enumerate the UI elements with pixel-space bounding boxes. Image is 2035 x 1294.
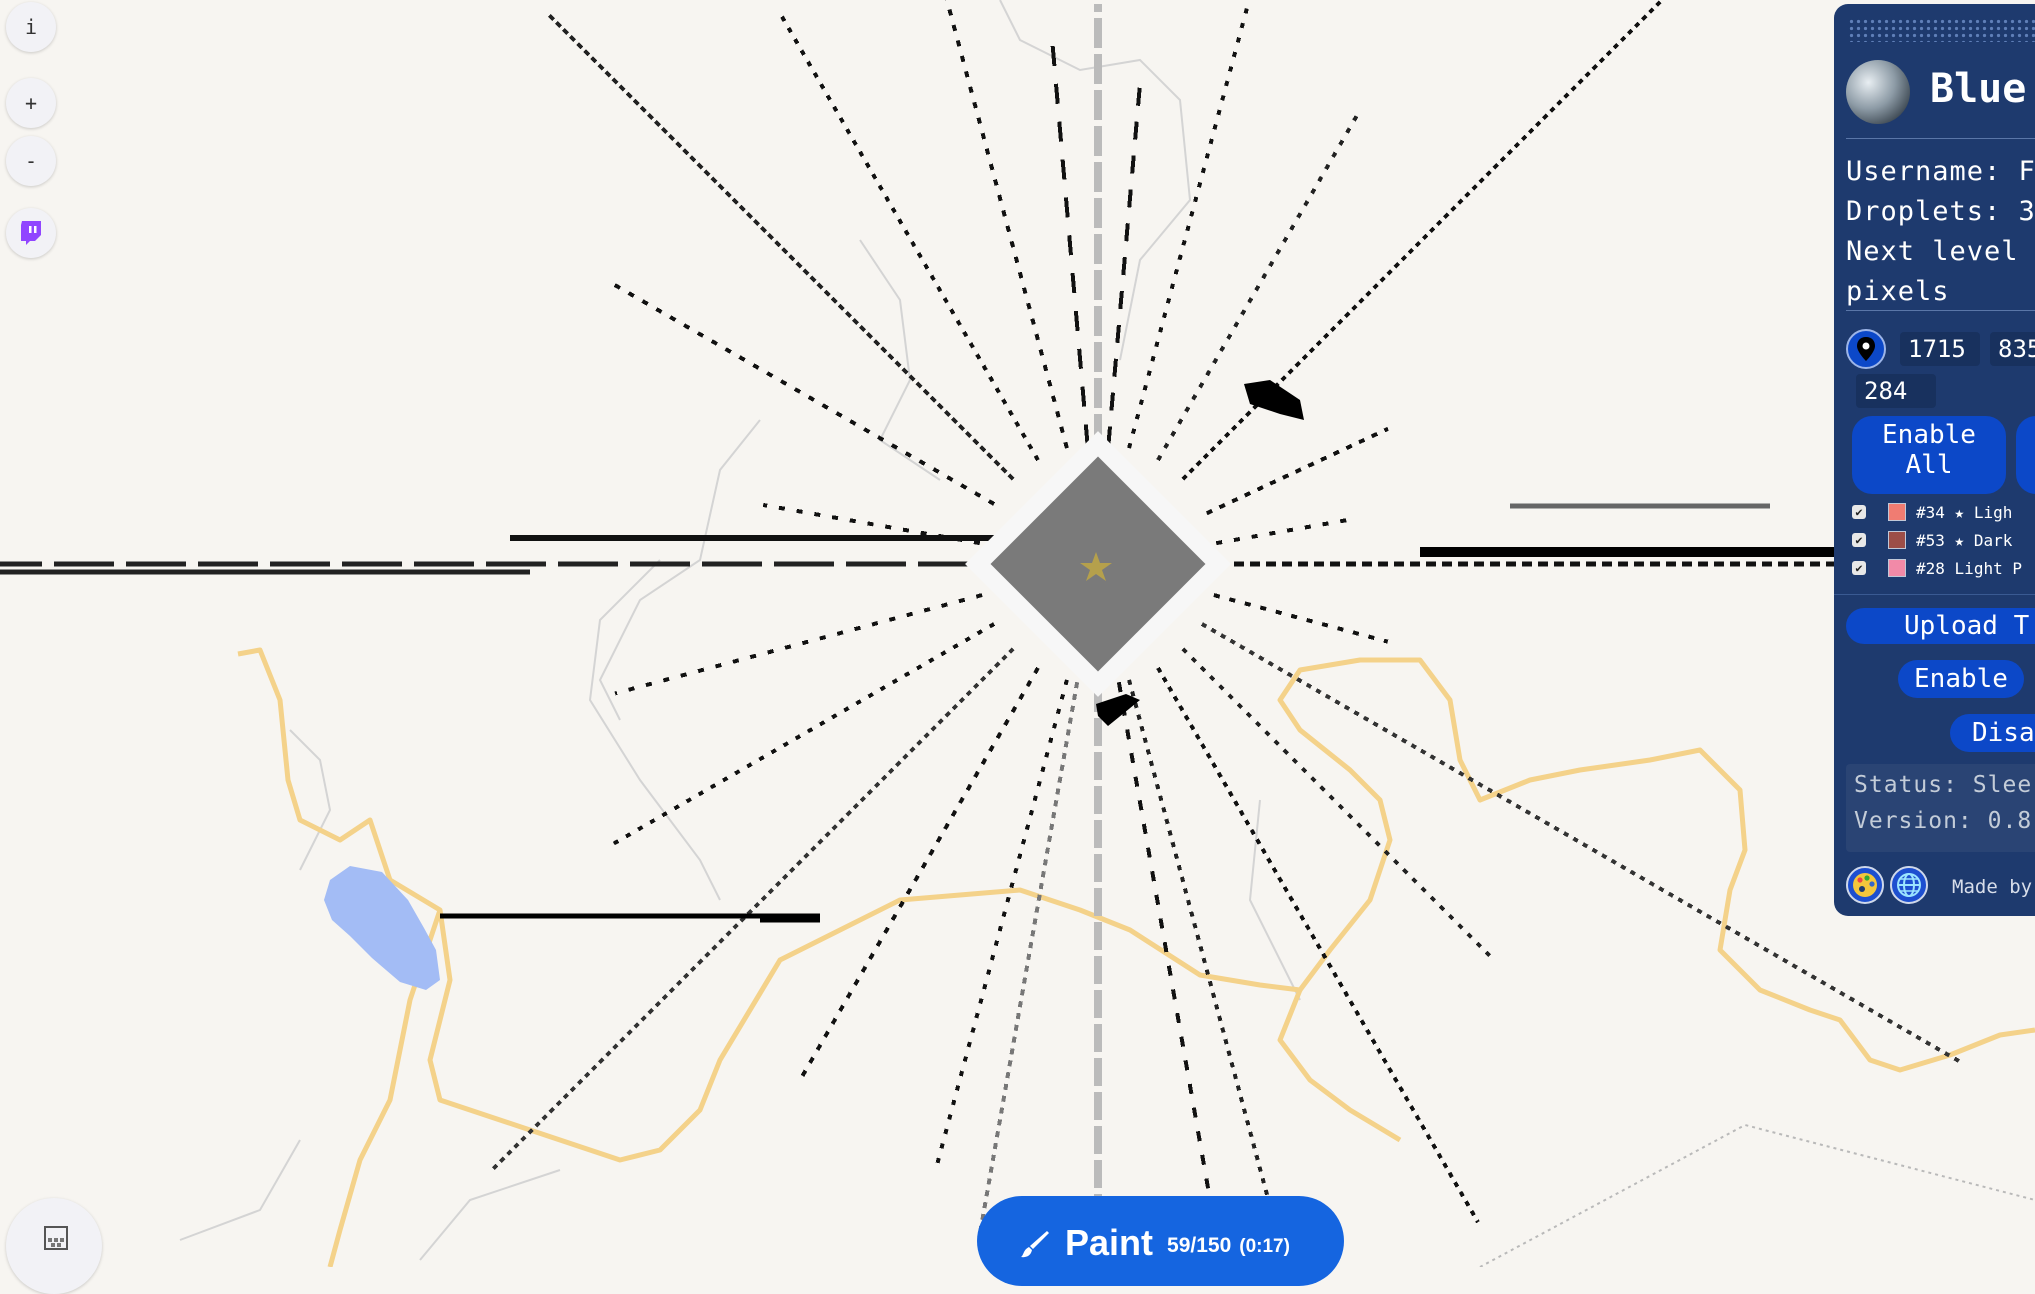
map-canvas[interactable] — [0, 0, 2035, 1267]
pixel-ray — [612, 622, 996, 846]
divider-3 — [1834, 594, 2035, 595]
pixel-ray — [1127, 0, 1252, 449]
globe-icon — [1846, 60, 1910, 124]
pixel-ray — [1116, 681, 1212, 1195]
divider — [1846, 138, 2035, 139]
color-swatch — [1888, 503, 1906, 521]
coord-y-input[interactable]: 835 — [1990, 332, 2035, 366]
pixel-ray — [1050, 45, 1090, 445]
twitch-button[interactable] — [6, 208, 56, 258]
color-name: Dark — [1973, 530, 2013, 550]
made-by-text: Made by — [1952, 876, 2033, 898]
pixel-ray — [1156, 112, 1360, 462]
palette-icon — [1853, 873, 1877, 897]
layers-button[interactable] — [6, 1198, 102, 1294]
checkbox-checked-icon[interactable]: ✔ — [1852, 561, 1866, 575]
paint-label: Paint — [1065, 1222, 1154, 1263]
panel-title: Blue — [1930, 66, 2027, 112]
color-row[interactable]: ✔ #34 ★ Ligh — [1852, 500, 2012, 524]
zoom-out-button[interactable]: - — [6, 136, 56, 186]
droplets-text: Droplets: 3 — [1846, 196, 2035, 227]
disable-all-button[interactable] — [2016, 416, 2035, 494]
overlay-panel: Blue Username: F Droplets: 3 Next level … — [1834, 4, 2035, 916]
pixel-ray — [796, 666, 1040, 1085]
pixel-ray — [1205, 426, 1389, 516]
pixel-ray — [1106, 85, 1142, 445]
disable-button[interactable]: Disa — [1950, 714, 2035, 752]
location-pin-button[interactable] — [1846, 329, 1886, 369]
pixel-art-rays — [0, 0, 2035, 1267]
location-pin-icon — [1857, 337, 1875, 361]
zoom-in-button[interactable]: + — [6, 78, 56, 128]
drag-handle[interactable] — [1848, 18, 2035, 42]
twitch-icon — [21, 221, 41, 245]
pixel-ray — [614, 593, 983, 696]
black-blob-2 — [1096, 694, 1140, 726]
lake — [324, 866, 440, 990]
star-icon: ★ — [1954, 530, 1965, 550]
next-level-text: Next level — [1846, 236, 2019, 267]
website-button[interactable] — [1890, 866, 1928, 904]
color-name: Light P — [1954, 558, 2022, 578]
black-blob — [1244, 380, 1304, 420]
pixel-ray — [1213, 593, 1389, 644]
enable-all-button[interactable]: Enable All — [1852, 416, 2006, 494]
color-id: #28 — [1916, 558, 1945, 578]
color-name: Ligh — [1973, 502, 2013, 522]
pixel-ray — [1215, 516, 1355, 546]
zoom-out-icon: - — [24, 149, 38, 173]
map-layers-icon — [44, 1226, 68, 1250]
upload-template-button[interactable]: Upload T — [1846, 608, 2035, 644]
palette-button[interactable] — [1846, 866, 1884, 904]
paint-brush-icon — [1021, 1231, 1049, 1258]
pixel-ray — [488, 647, 1015, 1174]
paint-charges: 59/150 — [1167, 1234, 1232, 1257]
pixel-ray — [1127, 679, 1289, 1267]
pixel-ray — [944, 0, 1069, 449]
pixel-ray — [1156, 666, 1480, 1224]
color-id: #34 — [1916, 502, 1945, 522]
pixels-text: pixels — [1846, 276, 1950, 307]
pixel-ray — [545, 11, 1015, 481]
username-text: Username: F — [1846, 156, 2035, 187]
status-text: Status: Slee — [1854, 772, 2033, 798]
color-swatch — [1888, 559, 1906, 577]
coord-x-input[interactable]: 1715 — [1900, 332, 1980, 366]
zoom-in-icon: + — [24, 91, 38, 115]
enable-all-label-1: Enable — [1882, 420, 1976, 450]
pixel-ray — [935, 679, 1069, 1164]
paint-timer: (0:17) — [1239, 1236, 1290, 1257]
checkbox-checked-icon[interactable]: ✔ — [1852, 533, 1866, 547]
divider-2 — [1846, 310, 2035, 311]
info-icon: i — [24, 15, 38, 39]
color-row[interactable]: ✔ #28 Light P — [1852, 556, 2022, 580]
pixel-ray — [612, 282, 996, 506]
color-id: #53 — [1916, 530, 1945, 550]
color-row[interactable]: ✔ #53 ★ Dark — [1852, 528, 2012, 552]
boundary-line — [1479, 1123, 2035, 1267]
pixel-ray — [776, 8, 1040, 462]
enable-button[interactable]: Enable — [1898, 660, 2024, 698]
yellow-roads — [237, 647, 2035, 1267]
coord-z-input[interactable]: 284 — [1856, 374, 1936, 408]
globe-link-icon — [1897, 873, 1921, 897]
status-box: Status: Slee Version: 0.8 — [1846, 764, 2035, 852]
checkbox-checked-icon[interactable]: ✔ — [1852, 505, 1866, 519]
version-text: Version: 0.8 — [1854, 808, 2033, 834]
star-icon: ★ — [1954, 502, 1965, 522]
color-swatch — [1888, 531, 1906, 549]
enable-all-label-2: All — [1905, 450, 1953, 480]
info-button[interactable]: i — [6, 2, 56, 52]
paint-button[interactable]: Paint 59/150 (0:17) — [977, 1196, 1344, 1286]
